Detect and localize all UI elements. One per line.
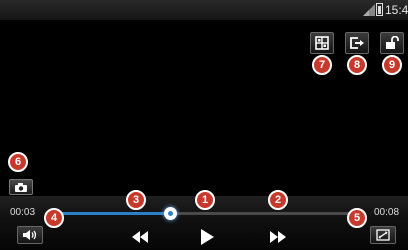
camera-icon	[15, 182, 27, 192]
play-icon	[201, 229, 214, 245]
rewind-button[interactable]	[128, 227, 152, 247]
rewind-icon	[132, 231, 148, 243]
fast-forward-icon	[270, 231, 286, 243]
callout-3: 3	[126, 190, 146, 210]
callout-2: 2	[268, 190, 288, 210]
callout-1: 1	[195, 190, 215, 210]
screen-ratio-icon	[376, 229, 390, 241]
share-icon	[350, 37, 364, 49]
unlock-icon	[386, 36, 399, 49]
progress-track[interactable]	[46, 207, 356, 220]
callout-5: 5	[347, 208, 367, 228]
callout-4: 4	[44, 208, 64, 228]
callout-8: 8	[347, 55, 367, 75]
callout-7: 7	[312, 55, 332, 75]
status-bar: 15:49	[0, 0, 408, 20]
share-button[interactable]	[345, 32, 369, 54]
grid-icon	[315, 36, 329, 50]
split-view-button[interactable]	[310, 32, 334, 54]
lock-button[interactable]	[380, 32, 404, 54]
elapsed-time: 00:03	[10, 207, 36, 218]
callout-9: 9	[382, 55, 402, 75]
screen-ratio-button[interactable]	[370, 226, 396, 244]
capture-button[interactable]	[9, 179, 33, 195]
progress-thumb[interactable]	[164, 207, 177, 220]
signal-icon	[363, 4, 375, 16]
progress-fill	[46, 212, 170, 215]
fast-forward-button[interactable]	[266, 227, 290, 247]
status-time: 15:49	[385, 3, 408, 17]
volume-button[interactable]	[17, 226, 43, 244]
total-time: 00:08	[374, 207, 400, 218]
play-button[interactable]	[196, 226, 218, 248]
callout-6: 6	[8, 152, 28, 172]
volume-icon	[23, 230, 37, 240]
battery-icon	[376, 3, 383, 16]
